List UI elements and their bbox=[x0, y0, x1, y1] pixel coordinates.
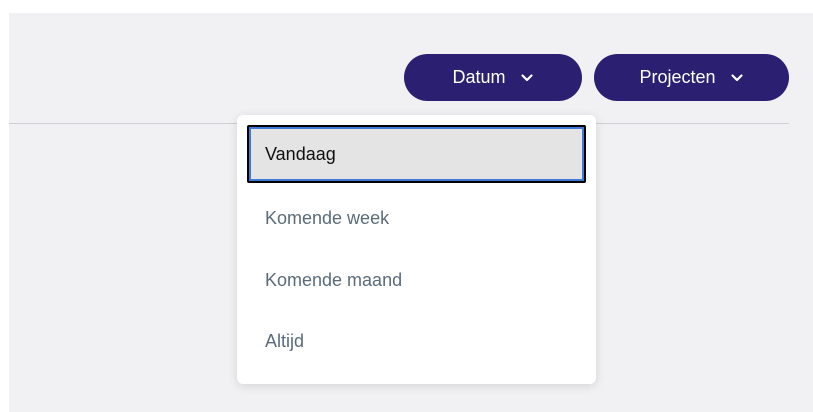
dropdown-option-label: Altijd bbox=[265, 330, 305, 351]
projecten-filter-label: Projecten bbox=[639, 67, 716, 87]
datum-filter-button[interactable]: Datum bbox=[404, 54, 582, 101]
dropdown-option-vandaag[interactable]: Vandaag bbox=[247, 125, 586, 183]
projecten-filter-button[interactable]: Projecten bbox=[594, 54, 789, 101]
dropdown-option-label: Komende week bbox=[265, 207, 390, 228]
chevron-down-icon bbox=[730, 71, 744, 85]
dropdown-option-label: Vandaag bbox=[265, 143, 336, 164]
dropdown-option-komende-maand[interactable]: Komende maand bbox=[247, 251, 586, 309]
datum-filter-label: Datum bbox=[452, 67, 506, 87]
dropdown-option-komende-week[interactable]: Komende week bbox=[247, 189, 586, 247]
datum-dropdown-menu: Vandaag Komende week Komende maand Altij… bbox=[237, 115, 596, 384]
dropdown-option-altijd[interactable]: Altijd bbox=[247, 312, 586, 370]
chevron-down-icon bbox=[520, 71, 534, 85]
dropdown-option-label: Komende maand bbox=[265, 269, 403, 290]
